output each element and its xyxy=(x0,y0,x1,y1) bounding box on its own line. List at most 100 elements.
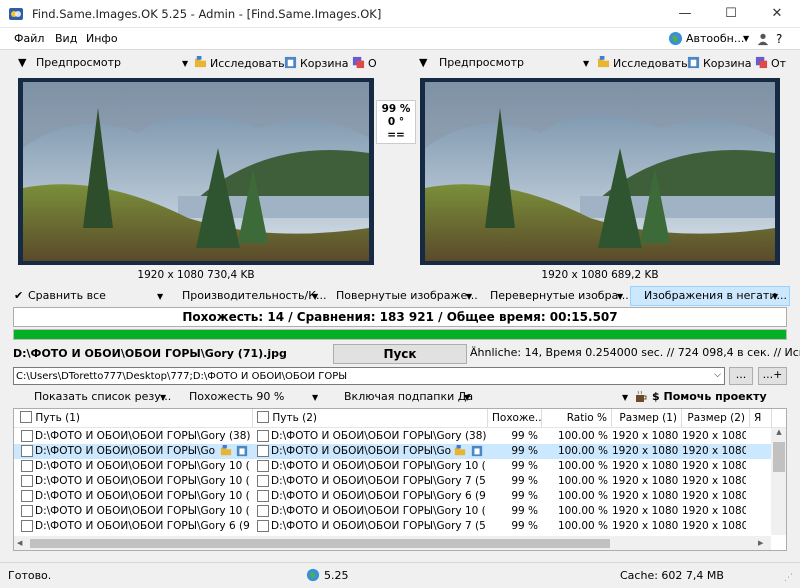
table-row[interactable]: D:\ФОТО И ОБОИ\ОБОИ ГОРЫ\Gory 10 (40).jp… xyxy=(14,504,772,519)
select-all-right-checkbox[interactable] xyxy=(257,411,269,423)
rotated-dropdown[interactable]: Повернутые изображе... xyxy=(336,289,478,302)
scroll-right-arrow[interactable]: ▶ xyxy=(758,539,763,547)
row-right-checkbox[interactable] xyxy=(257,490,269,502)
row-left-checkbox[interactable] xyxy=(21,445,33,457)
show-results-dropdown[interactable]: Показать список резу... xyxy=(34,390,171,403)
maximize-button[interactable]: ☐ xyxy=(708,0,754,28)
horizontal-scroll-thumb[interactable] xyxy=(30,539,610,548)
right-preview-dropdown[interactable]: Предпросмотр xyxy=(439,56,524,69)
row-left-checkbox[interactable] xyxy=(21,430,33,442)
person-icon[interactable] xyxy=(756,32,770,46)
row-right-checkbox[interactable] xyxy=(257,505,269,517)
left-trash-button[interactable]: Корзина xyxy=(284,56,348,70)
menu-view[interactable]: Вид xyxy=(55,32,77,45)
row-right-checkbox[interactable] xyxy=(257,475,269,487)
table-row[interactable]: D:\ФОТО И ОБОИ\ОБОИ ГОРЫ\Gory (71) D:\ФОТ… xyxy=(14,444,772,459)
horizontal-scrollbar[interactable]: ◀ ▶ xyxy=(14,536,771,550)
table-row[interactable]: D:\ФОТО И ОБОИ\ОБОИ ГОРЫ\Gory (38)_2022.… xyxy=(14,429,772,444)
vertical-scrollbar[interactable]: ▲ xyxy=(771,428,786,535)
options-bar: ✔ Сравнить все ▼ Производительность/К...… xyxy=(0,286,800,306)
header-ratio[interactable]: Ratio % xyxy=(542,409,612,427)
help-icon[interactable]: ? xyxy=(776,32,782,46)
similarity-arrow[interactable]: ▼ xyxy=(312,393,318,402)
subfolders-arrow[interactable]: ▼ xyxy=(464,393,470,402)
vertical-scroll-thumb[interactable] xyxy=(773,442,785,472)
minimize-button[interactable]: — xyxy=(662,0,708,28)
close-button[interactable]: ✕ xyxy=(754,0,800,28)
autoupdate-menu[interactable]: Автообн... xyxy=(686,32,744,45)
row-left-checkbox[interactable] xyxy=(21,520,33,532)
folder-icon[interactable] xyxy=(454,445,466,457)
folder-icon[interactable] xyxy=(220,445,232,457)
right-image-preview[interactable] xyxy=(420,78,780,265)
paths-dropdown-chevron-icon[interactable]: ⌵ xyxy=(714,370,721,380)
search-paths-combobox[interactable]: ⌵ xyxy=(13,367,725,385)
performance-arrow[interactable]: ▼ xyxy=(312,292,318,301)
left-image-preview[interactable] xyxy=(18,78,374,265)
right-image-info: 1920 x 1080 689,2 KB xyxy=(541,269,659,281)
row-path2: D:\ФОТО И ОБОИ\ОБОИ ГОРЫ\Gory 7 (54).jpg xyxy=(271,475,486,487)
table-row[interactable]: D:\ФОТО И ОБОИ\ОБОИ ГОРЫ\Gory 10 (1).jpg… xyxy=(14,459,772,474)
image-preview-icon[interactable] xyxy=(471,445,483,457)
negative-arrow[interactable]: ▼ xyxy=(772,292,778,301)
subfolders-dropdown[interactable]: Включая подпапки Да xyxy=(344,390,473,403)
flipped-arrow[interactable]: ▼ xyxy=(617,292,623,301)
image-preview-icon[interactable] xyxy=(236,445,248,457)
row-size2: 1920 x 1080 xyxy=(682,520,746,532)
left-open-button[interactable]: О xyxy=(352,56,377,70)
table-row[interactable]: D:\ФОТО И ОБОИ\ОБОИ ГОРЫ\Gory 10 (36).jp… xyxy=(14,489,772,504)
row-ratio: 100.00 % xyxy=(557,445,608,457)
header-path2[interactable]: Путь (2) xyxy=(253,409,488,427)
right-explore-button[interactable]: Исследовать xyxy=(597,56,688,70)
scroll-up-arrow[interactable]: ▲ xyxy=(771,428,786,436)
compare-all-arrow[interactable]: ▼ xyxy=(157,292,163,301)
row-size2: 1920 x 1080 xyxy=(682,460,746,472)
right-open-button[interactable]: От xyxy=(755,56,786,70)
header-path1[interactable]: Путь (1) xyxy=(14,409,253,427)
negative-dropdown[interactable]: Изображения в негати... xyxy=(644,289,787,302)
row-left-checkbox[interactable] xyxy=(21,475,33,487)
folder-icon xyxy=(194,56,207,68)
compare-all-dropdown[interactable]: Сравнить все xyxy=(28,289,106,302)
row-right-checkbox[interactable] xyxy=(257,430,269,442)
right-preview-dropdown-arrow[interactable]: ▼ xyxy=(583,59,589,68)
row-right-checkbox[interactable] xyxy=(257,445,269,457)
left-preview-dropdown-arrow[interactable]: ▼ xyxy=(182,59,188,68)
left-preview-dropdown[interactable]: Предпросмотр xyxy=(36,56,121,69)
rotated-arrow[interactable]: ▼ xyxy=(466,292,472,301)
row-left-checkbox[interactable] xyxy=(21,490,33,502)
similarity-dropdown[interactable]: Похожесть 90 % xyxy=(189,390,284,403)
table-row[interactable]: D:\ФОТО И ОБОИ\ОБОИ ГОРЫ\Gory 10 (35).jp… xyxy=(14,474,772,489)
header-similarity[interactable]: Похоже... xyxy=(488,409,542,427)
row-left-checkbox[interactable] xyxy=(21,460,33,472)
status-cache: Cache: 602 7,4 MB xyxy=(620,569,724,582)
right-trash-button[interactable]: Корзина xyxy=(687,56,751,70)
help-project-button[interactable]: $ Помочь проекту xyxy=(652,390,767,403)
header-size2[interactable]: Размер (2) xyxy=(682,409,750,427)
start-button[interactable]: Пуск xyxy=(333,344,467,364)
performance-dropdown[interactable]: Производительность/К... xyxy=(182,289,327,302)
select-all-left-checkbox[interactable] xyxy=(20,411,32,423)
resize-grip-icon[interactable]: ⋰ xyxy=(784,573,793,583)
menu-file[interactable]: Файл xyxy=(14,32,44,45)
flipped-dropdown[interactable]: Перевернутые изобра... xyxy=(490,289,629,302)
left-open-label: О xyxy=(368,57,377,70)
row-left-checkbox[interactable] xyxy=(21,505,33,517)
help-project-arrow[interactable]: ▼ xyxy=(622,393,628,402)
show-results-arrow[interactable]: ▼ xyxy=(160,393,166,402)
left-image-info: 1920 x 1080 730,4 KB xyxy=(137,269,255,281)
row-similarity: 99 % xyxy=(511,430,538,442)
browse-button[interactable]: ... xyxy=(729,367,753,385)
scroll-left-arrow[interactable]: ◀ xyxy=(17,539,22,547)
header-extra[interactable]: Я xyxy=(750,409,772,427)
table-row[interactable]: D:\ФОТО И ОБОИ\ОБОИ ГОРЫ\Gory 6 (93).jpg… xyxy=(14,519,772,534)
row-right-checkbox[interactable] xyxy=(257,460,269,472)
row-right-checkbox[interactable] xyxy=(257,520,269,532)
autoupdate-dropdown-arrow[interactable]: ▼ xyxy=(743,34,749,43)
header-size1[interactable]: Размер (1) xyxy=(612,409,682,427)
left-explore-button[interactable]: Исследовать xyxy=(194,56,285,70)
search-paths-input[interactable] xyxy=(14,368,704,384)
current-file-path: D:\ФОТО И ОБОИ\ОБОИ ГОРЫ\Gory (71).jpg xyxy=(13,347,287,360)
add-path-button[interactable]: ...+ xyxy=(758,367,787,385)
menu-info[interactable]: Инфо xyxy=(86,32,118,45)
